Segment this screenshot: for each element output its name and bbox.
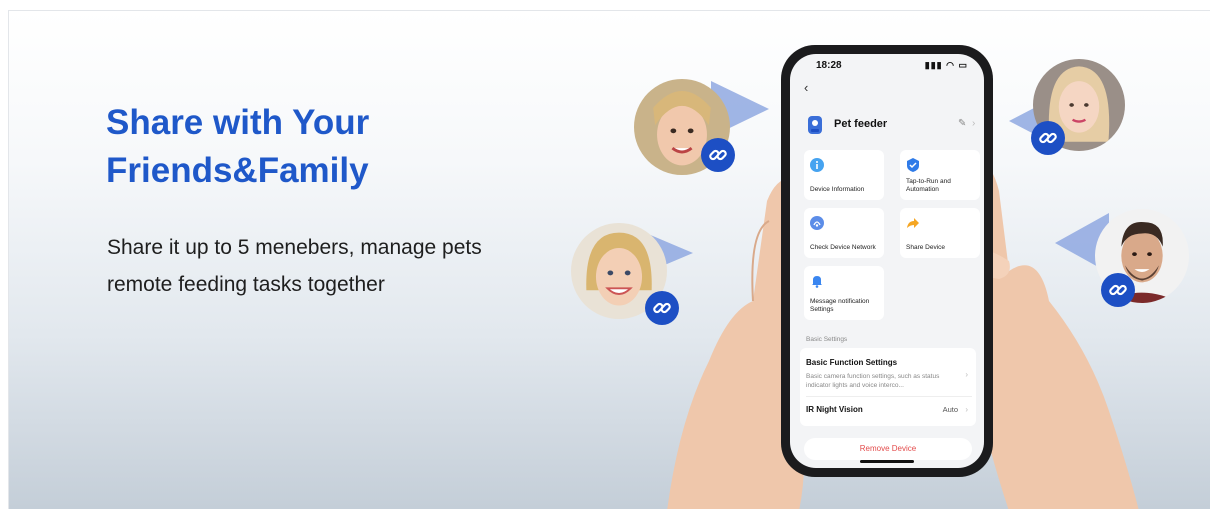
tile-device-information[interactable]: Device Information: [804, 150, 884, 200]
tile-label: Share Device: [906, 244, 946, 251]
home-indicator: [860, 460, 914, 463]
pencil-icon[interactable]: ✎: [958, 118, 966, 129]
status-time: 18:28: [816, 60, 842, 71]
chevron-right-icon[interactable]: ›: [965, 370, 968, 379]
chevron-right-icon[interactable]: ›: [972, 118, 975, 129]
headline-line-2: Friends&Family: [106, 151, 369, 190]
chevron-right-icon[interactable]: ›: [965, 405, 968, 414]
link-badge: [1031, 121, 1065, 155]
subtext-line-2: remote feeding tasks together: [107, 273, 385, 296]
tile-label: Message notification Settings: [810, 298, 870, 313]
subtext: Share it up to 5 menebers, manage pets r…: [107, 229, 567, 303]
remove-device-button[interactable]: Remove Device: [804, 438, 972, 460]
tile-label: Check Device Network: [810, 244, 876, 251]
status-bar: 18:28 ▮▮▮ ◠ ▭: [790, 54, 984, 76]
tile-tap-to-run[interactable]: Tap-to-Run and Automation: [900, 150, 980, 200]
section-label: Basic Settings: [806, 336, 848, 343]
tile-share-device[interactable]: Share Device: [900, 208, 980, 258]
tile-check-device-network[interactable]: Check Device Network: [804, 208, 884, 258]
headline-line-1: Share with Your: [106, 103, 370, 142]
phone-screen: 18:28 ▮▮▮ ◠ ▭ ‹ Pet feeder ✎ › Device In…: [790, 54, 984, 468]
tile-label: Tap-to-Run and Automation: [906, 178, 951, 193]
back-chevron-icon[interactable]: ‹: [804, 80, 808, 95]
device-name: Pet feeder: [834, 118, 888, 130]
share-arrow-icon: [907, 218, 919, 228]
headline: Share with Your Friends&Family: [106, 99, 369, 195]
pet-feeder-device-icon: [808, 116, 822, 134]
signal-wifi-battery-icon: ▮▮▮ ◠ ▭: [924, 60, 968, 70]
tile-label: Device Information: [810, 186, 865, 193]
ir-night-vision-value: Auto: [942, 405, 958, 414]
basic-function-settings-title[interactable]: Basic Function Settings: [806, 358, 897, 367]
promo-banner: Share with Your Friends&Family Share it …: [8, 10, 1210, 509]
settings-card: Basic Function Settings Basic camera fun…: [800, 348, 976, 426]
bell-icon: [812, 276, 822, 288]
network-icon: [810, 216, 824, 230]
tile-message-notification[interactable]: Message notification Settings: [804, 266, 884, 320]
link-icon: [1039, 132, 1057, 144]
basic-function-settings-desc: Basic camera function settings, such as …: [806, 373, 940, 389]
ir-night-vision-title[interactable]: IR Night Vision: [806, 405, 863, 414]
info-icon: [810, 158, 824, 172]
divider: [806, 396, 972, 397]
subtext-line-1: Share it up to 5 menebers, manage pets: [107, 236, 482, 259]
check-shield-icon: [907, 158, 919, 172]
